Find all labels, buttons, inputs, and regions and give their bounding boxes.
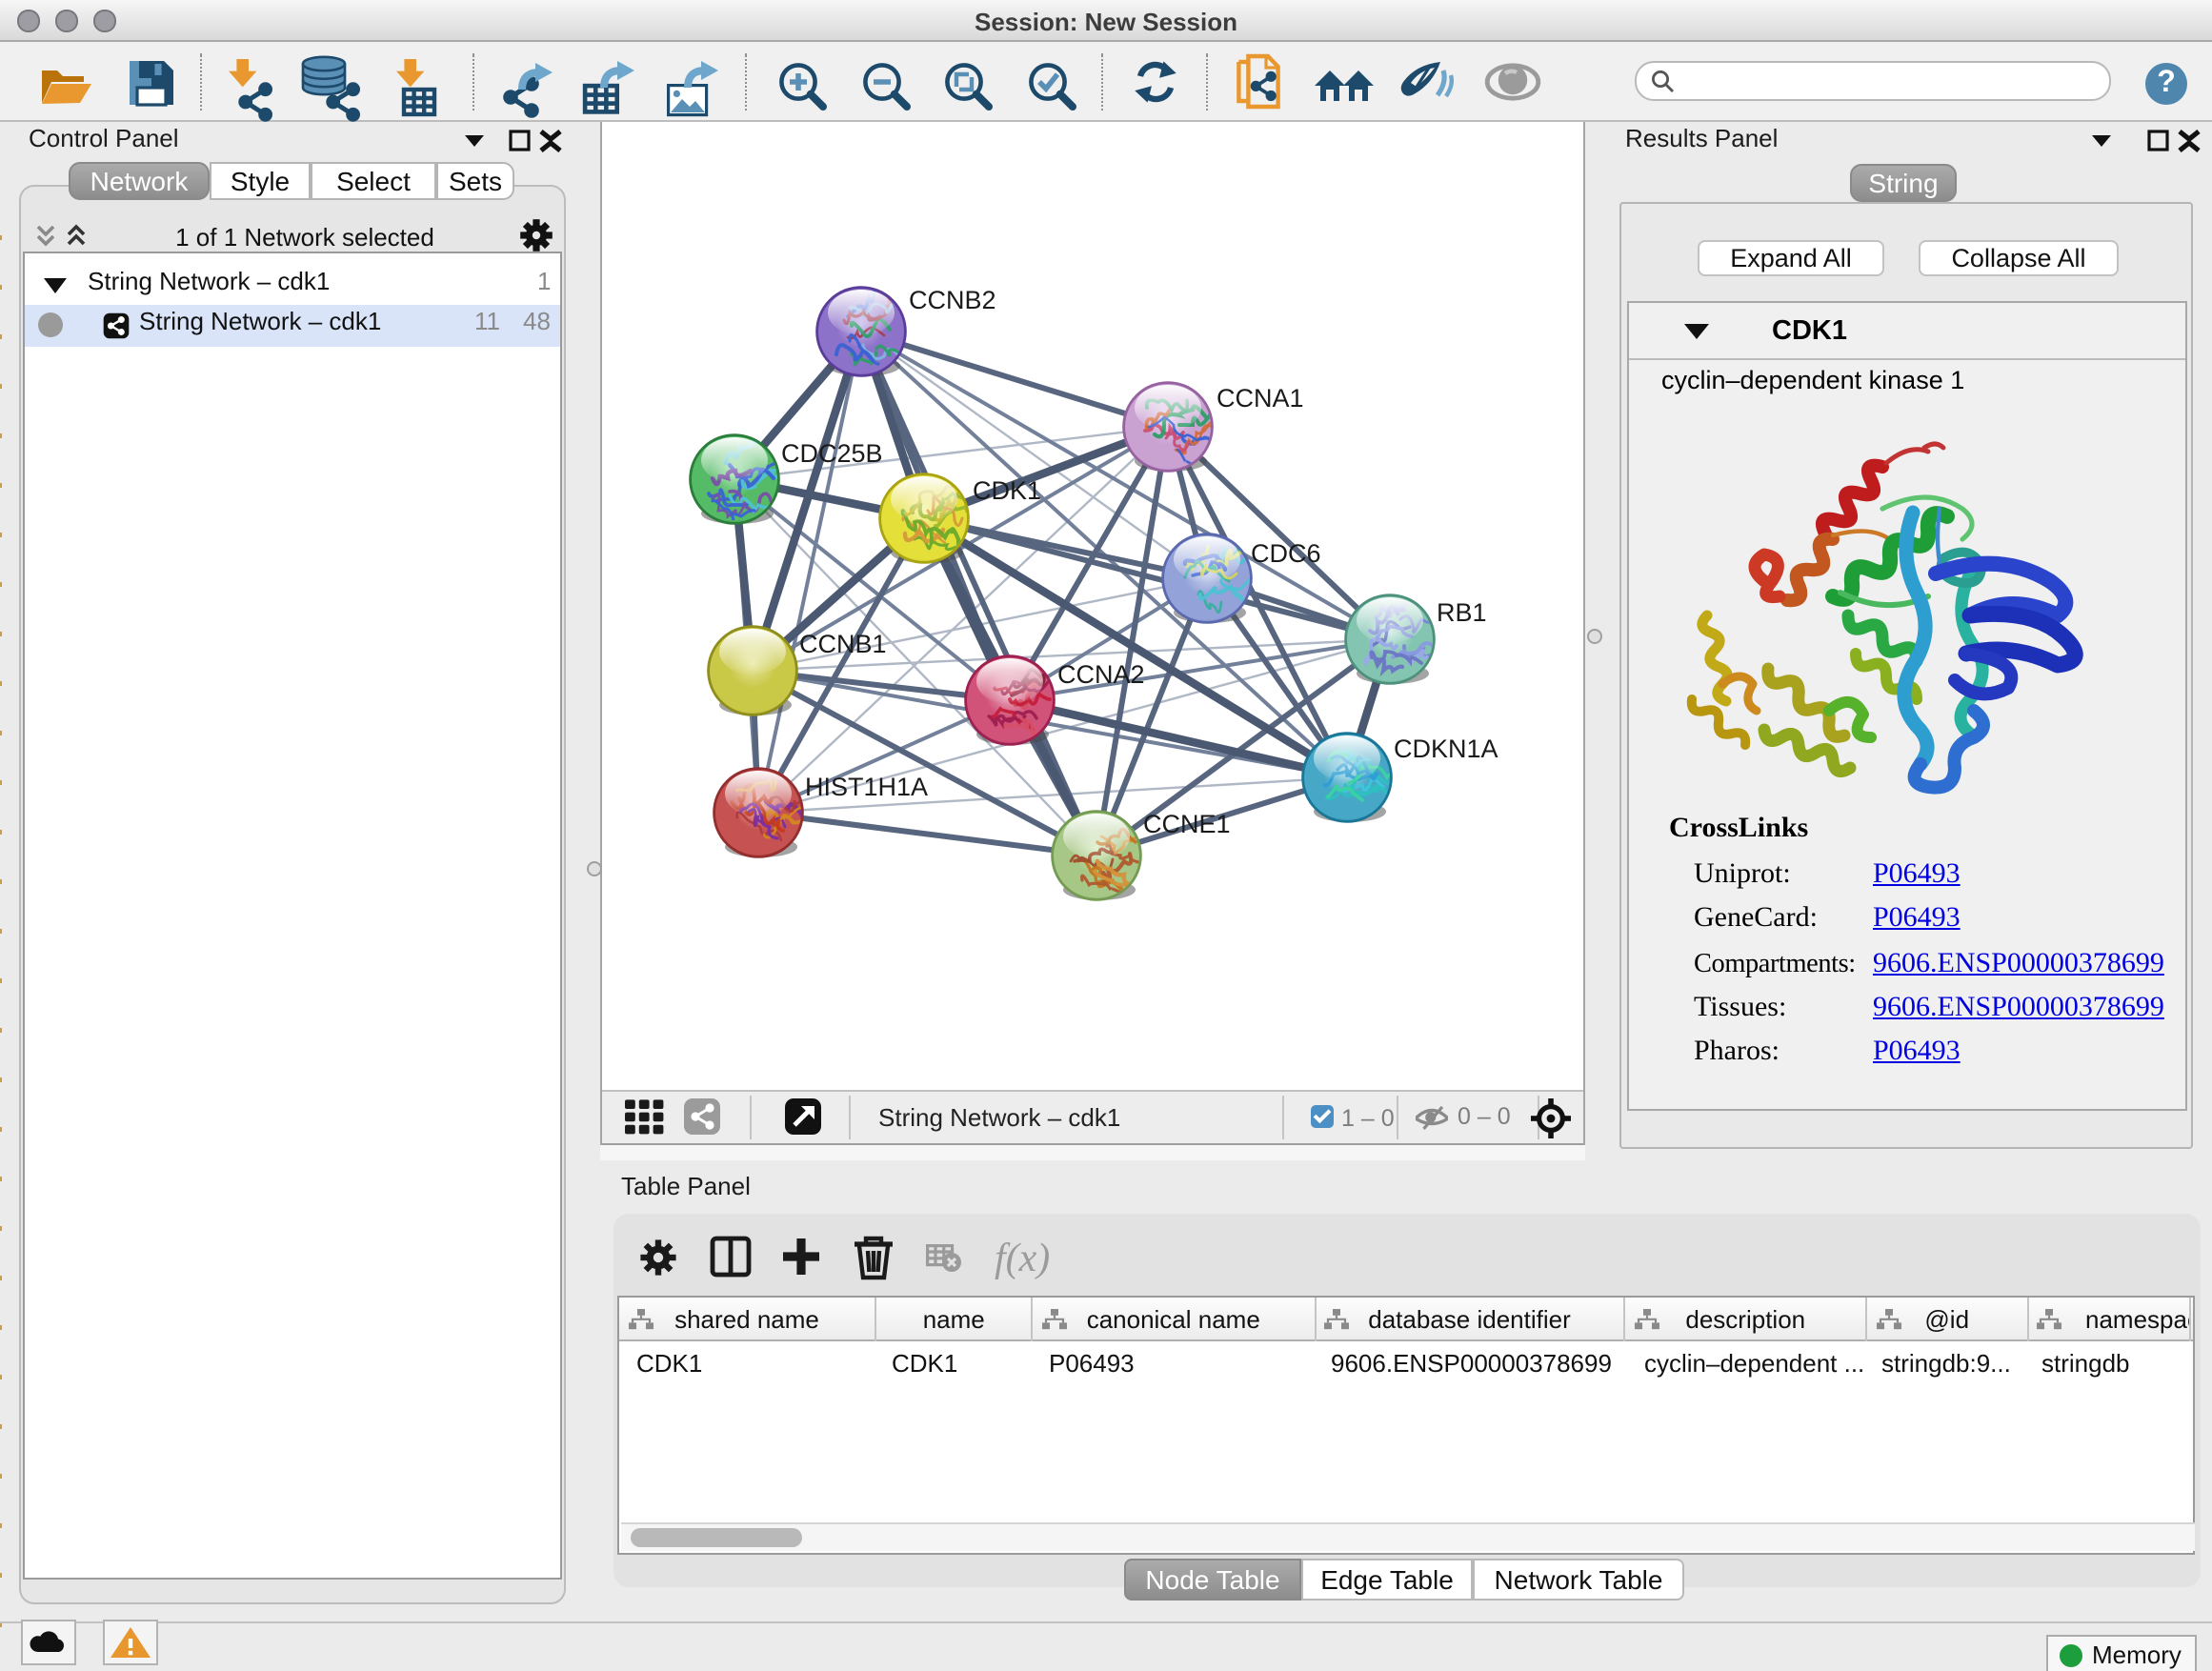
- svg-text:RB1: RB1: [1437, 598, 1487, 627]
- svg-text:CCNE1: CCNE1: [1143, 810, 1231, 838]
- svg-text:f(x): f(x): [995, 1237, 1050, 1280]
- svg-text:CCNB1: CCNB1: [799, 630, 887, 658]
- svg-text:CCNA1: CCNA1: [1217, 384, 1304, 413]
- svg-text:CCNB2: CCNB2: [909, 286, 996, 314]
- svg-text:CDC25B: CDC25B: [781, 439, 883, 468]
- svg-text:CDK1: CDK1: [973, 476, 1041, 505]
- svg-text:CCNA2: CCNA2: [1057, 660, 1145, 689]
- svg-text:HIST1H1A: HIST1H1A: [805, 773, 928, 801]
- svg-text:CDKN1A: CDKN1A: [1394, 735, 1498, 763]
- svg-text:CDC6: CDC6: [1251, 539, 1321, 568]
